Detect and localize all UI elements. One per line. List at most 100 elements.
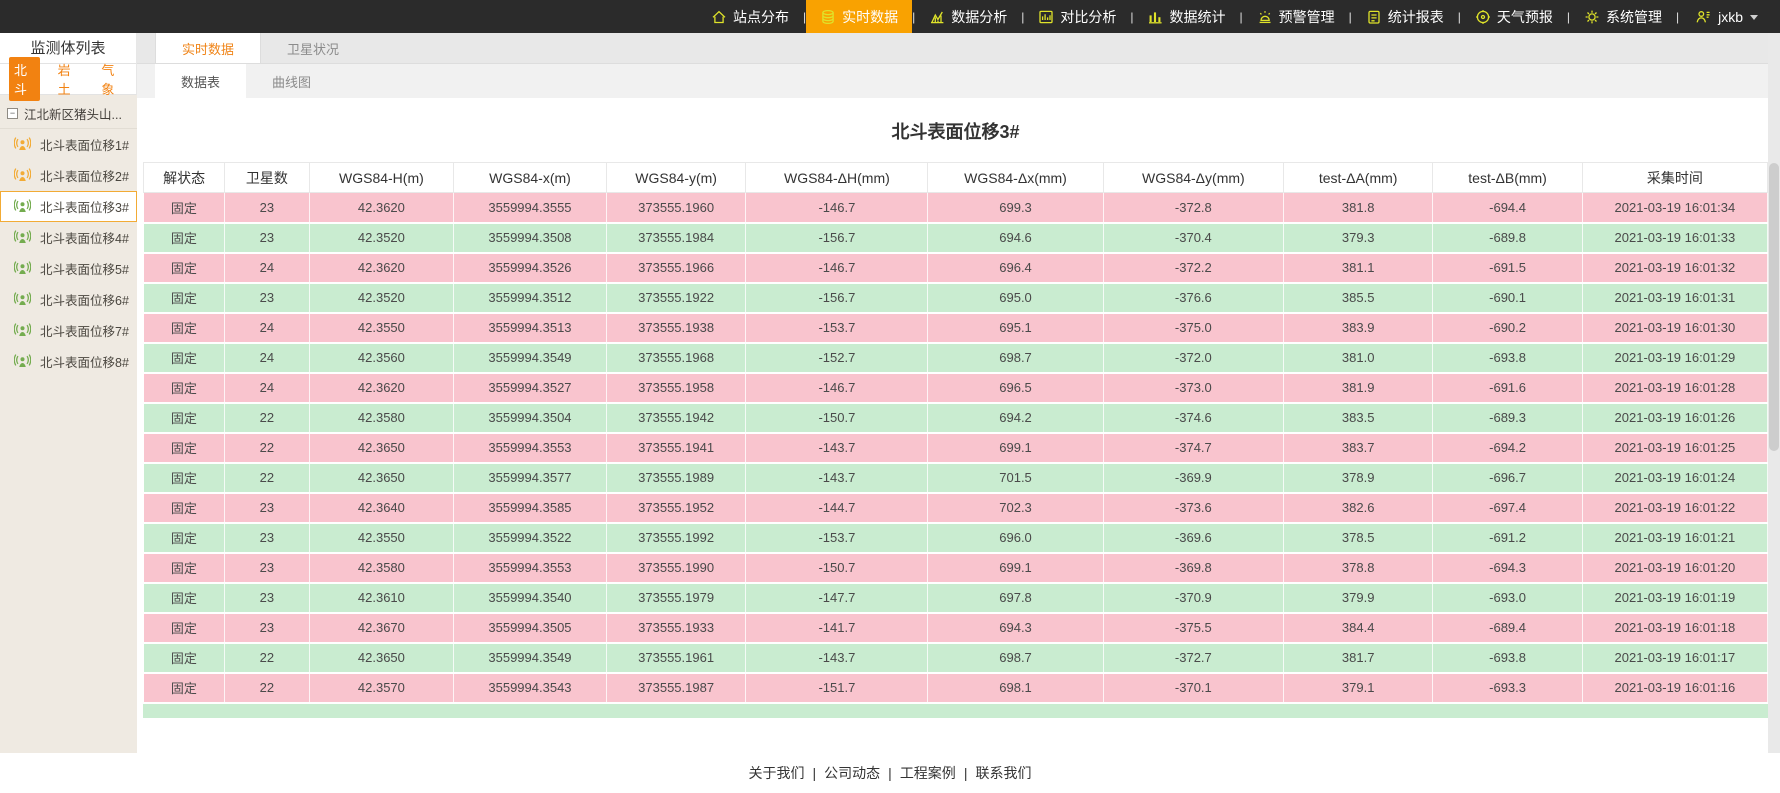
table-cell: -691.6: [1433, 373, 1582, 403]
table-cell: 固定: [144, 643, 225, 673]
sidebar-item-sensor-6[interactable]: 北斗表面位移6#: [0, 284, 137, 315]
tree-node-station[interactable]: − 江北新区猪头山...: [0, 99, 137, 129]
footer-link-3[interactable]: 工程案例: [900, 763, 956, 783]
table-cell: 2021-03-19 16:01:34: [1582, 193, 1767, 223]
collapse-icon[interactable]: −: [7, 108, 18, 119]
sidebar-item-sensor-4[interactable]: 北斗表面位移4#: [0, 222, 137, 253]
table-cell: -153.7: [746, 523, 928, 553]
table-cell: 3559994.3508: [454, 223, 607, 253]
table-cell: -141.7: [746, 613, 928, 643]
table-cell: 42.3620: [309, 253, 454, 283]
tab-satellite-status[interactable]: 卫星状况: [261, 33, 365, 63]
table-cell: 381.1: [1283, 253, 1432, 283]
table-cell: -370.9: [1103, 583, 1283, 613]
footer-separator: |: [813, 765, 817, 781]
nav-item-realtime-data[interactable]: 实时数据: [806, 0, 912, 33]
nav-item-label: 统计报表: [1388, 7, 1444, 27]
line-chart-icon: [929, 9, 945, 25]
table-cell: 696.5: [928, 373, 1103, 403]
table-cell: 42.3520: [309, 283, 454, 313]
subtab-data-table[interactable]: 数据表: [155, 64, 246, 98]
broadcast-icon: [14, 260, 31, 277]
nav-item-label: 预警管理: [1279, 7, 1335, 27]
table-cell: 384.4: [1283, 613, 1432, 643]
table-cell: -694.3: [1433, 553, 1582, 583]
user-menu[interactable]: jxkb: [1679, 0, 1780, 33]
table-cell: 2021-03-19 16:01:22: [1582, 493, 1767, 523]
sidebar-item-sensor-2[interactable]: 北斗表面位移2#: [0, 160, 137, 191]
table-cell: 2021-03-19 16:01:26: [1582, 403, 1767, 433]
table-cell: 23: [225, 613, 309, 643]
footer-link-1[interactable]: 关于我们: [749, 763, 805, 783]
footer-separator: |: [964, 765, 968, 781]
home-icon: [711, 9, 727, 25]
sidebar-item-sensor-3[interactable]: 北斗表面位移3#: [0, 191, 137, 222]
broadcast-icon: [14, 229, 31, 246]
nav-item-site-distribution[interactable]: 站点分布: [697, 0, 803, 33]
table-cell: -146.7: [746, 193, 928, 223]
nav-item-label: 站点分布: [733, 7, 789, 27]
table-cell: 2021-03-19 16:01:32: [1582, 253, 1767, 283]
table-cell: 702.3: [928, 493, 1103, 523]
table-cell: 699.3: [928, 193, 1103, 223]
table-cell: 22: [225, 433, 309, 463]
table-cell: 381.9: [1283, 373, 1432, 403]
table-cell: 42.3570: [309, 673, 454, 703]
sidebar-item-sensor-5[interactable]: 北斗表面位移5#: [0, 253, 137, 284]
table-cell: -146.7: [746, 373, 928, 403]
tree-node-label: 江北新区猪头山...: [24, 104, 122, 123]
nav-item-weather-forecast[interactable]: 天气预报: [1461, 0, 1567, 33]
nav-item-alert-management[interactable]: 预警管理: [1243, 0, 1349, 33]
subtab-curve-chart[interactable]: 曲线图: [246, 64, 337, 98]
table-cell: -691.5: [1433, 253, 1582, 283]
table-cell: 固定: [144, 313, 225, 343]
footer-link-4[interactable]: 联系我们: [975, 763, 1031, 783]
table-cell: 2021-03-19 16:01:31: [1582, 283, 1767, 313]
vertical-scrollbar[interactable]: [1768, 33, 1780, 753]
column-header: test-ΔA(mm): [1283, 163, 1432, 193]
table-cell: 42.3670: [309, 613, 454, 643]
nav-item-data-analysis[interactable]: 数据分析: [915, 0, 1021, 33]
table-cell: -689.4: [1433, 613, 1582, 643]
table-cell: 378.5: [1283, 523, 1432, 553]
footer-link-2[interactable]: 公司动态: [824, 763, 880, 783]
database-icon: [820, 9, 836, 25]
tab-realtime-data[interactable]: 实时数据: [155, 33, 261, 63]
table-cell: 固定: [144, 493, 225, 523]
column-header: WGS84-Δx(mm): [928, 163, 1103, 193]
nav-item-label: 数据统计: [1169, 7, 1225, 27]
sensor-label: 北斗表面位移7#: [40, 321, 129, 340]
table-row: 固定2442.35603559994.3549373555.1968-152.7…: [144, 343, 1768, 373]
table-row: 固定2342.36703559994.3505373555.1933-141.7…: [144, 613, 1768, 643]
table-cell: -694.4: [1433, 193, 1582, 223]
table-cell: 42.3610: [309, 583, 454, 613]
nav-item-system-management[interactable]: 系统管理: [1570, 0, 1676, 33]
scrollbar-thumb[interactable]: [1769, 163, 1779, 451]
table-cell: -143.7: [746, 433, 928, 463]
sensor-label: 北斗表面位移3#: [40, 197, 129, 216]
sidebar-item-sensor-7[interactable]: 北斗表面位移7#: [0, 315, 137, 346]
bar-chart-icon: [1147, 9, 1163, 25]
sidebar-item-sensor-8[interactable]: 北斗表面位移8#: [0, 346, 137, 377]
table-cell: 42.3550: [309, 313, 454, 343]
main-row: 监测体列表 北斗岩土气象 − 江北新区猪头山... 北斗表面位移1#北斗表面位移…: [0, 33, 1780, 753]
table-cell: 694.2: [928, 403, 1103, 433]
nav-item-compare-analysis[interactable]: 对比分析: [1024, 0, 1130, 33]
nav-item-data-statistics[interactable]: 数据统计: [1133, 0, 1239, 33]
table-cell: 2021-03-19 16:01:33: [1582, 223, 1767, 253]
table-row: 固定2242.36503559994.3577373555.1989-143.7…: [144, 463, 1768, 493]
table-cell: -372.2: [1103, 253, 1283, 283]
table-cell: 3559994.3513: [454, 313, 607, 343]
table-cell: 固定: [144, 253, 225, 283]
table-header-row: 解状态卫星数WGS84-H(m)WGS84-x(m)WGS84-y(m)WGS8…: [144, 163, 1768, 193]
report-icon: [1366, 9, 1382, 25]
table-cell: -151.7: [746, 673, 928, 703]
table-cell: 3559994.3549: [454, 343, 607, 373]
table-cell: 373555.1987: [606, 673, 746, 703]
table-row: 固定2342.35803559994.3553373555.1990-150.7…: [144, 553, 1768, 583]
table-cell: 24: [225, 313, 309, 343]
sidebar-item-sensor-1[interactable]: 北斗表面位移1#: [0, 129, 137, 160]
broadcast-icon: [14, 167, 31, 184]
nav-item-statistic-reports[interactable]: 统计报表: [1352, 0, 1458, 33]
table-cell: -693.0: [1433, 583, 1582, 613]
